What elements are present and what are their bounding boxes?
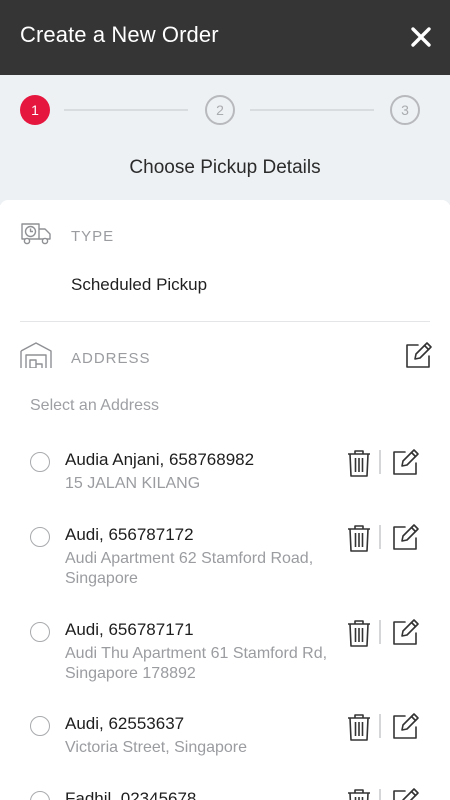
step-2-label: 2 (216, 102, 224, 118)
address-name: Audia Anjani, 658768982 (65, 450, 255, 469)
trash-icon[interactable] (345, 618, 373, 648)
address-label: ADDRESS (71, 350, 151, 367)
action-separator (379, 450, 381, 474)
address-name: Fadhil, 02345678 (65, 789, 197, 800)
truck-clock-icon (20, 220, 52, 253)
edit-icon[interactable] (389, 711, 421, 743)
step-3: 3 (390, 95, 420, 125)
step-connector (64, 109, 188, 111)
stepper: 1 2 3 Choose Pickup Details (0, 75, 450, 205)
edit-icon[interactable] (389, 522, 421, 554)
edit-address-icon[interactable] (402, 340, 434, 372)
edit-icon[interactable] (389, 617, 421, 649)
step-1-label: 1 (31, 102, 39, 118)
edit-icon[interactable] (389, 786, 421, 800)
address-name: Audi, 656787171 (65, 620, 194, 639)
step-title: Choose Pickup Details (129, 157, 321, 178)
edit-icon[interactable] (389, 447, 421, 479)
address-line: 15 JALAN KILANG (65, 475, 201, 492)
step-3-label: 3 (401, 102, 409, 118)
action-separator (379, 620, 381, 644)
trash-icon[interactable] (345, 712, 373, 742)
address-line: Audi Thu Apartment 61 Stamford Rd, Singa… (65, 645, 328, 682)
pickup-details-card: TYPE Scheduled Pickup ADDRESS Select an … (0, 200, 450, 800)
app-header: Create a New Order (0, 0, 450, 75)
address-radio[interactable] (30, 452, 50, 472)
address-radio[interactable] (30, 716, 50, 736)
step-1: 1 (20, 95, 50, 125)
step-2: 2 (205, 95, 235, 125)
type-label: TYPE (71, 228, 115, 245)
address-name: Audi, 62553637 (65, 714, 185, 733)
page-title: Create a New Order (20, 22, 219, 47)
trash-icon[interactable] (345, 787, 373, 800)
divider (20, 321, 430, 322)
action-separator (379, 525, 381, 549)
address-radio[interactable] (30, 791, 50, 800)
close-icon[interactable] (406, 22, 436, 52)
address-line: Victoria Street, Singapore (65, 739, 248, 756)
action-separator (379, 714, 381, 738)
pickup-type-value[interactable]: Scheduled Pickup (71, 275, 207, 295)
address-name: Audi, 656787172 (65, 525, 194, 544)
step-connector (250, 109, 374, 111)
trash-icon[interactable] (345, 448, 373, 478)
select-address-label: Select an Address (30, 397, 159, 414)
trash-icon[interactable] (345, 523, 373, 553)
action-separator (379, 789, 381, 800)
warehouse-icon (20, 342, 52, 373)
address-radio[interactable] (30, 622, 50, 642)
address-line: Audi Apartment 62 Stamford Road, Singapo… (65, 550, 314, 587)
address-radio[interactable] (30, 527, 50, 547)
